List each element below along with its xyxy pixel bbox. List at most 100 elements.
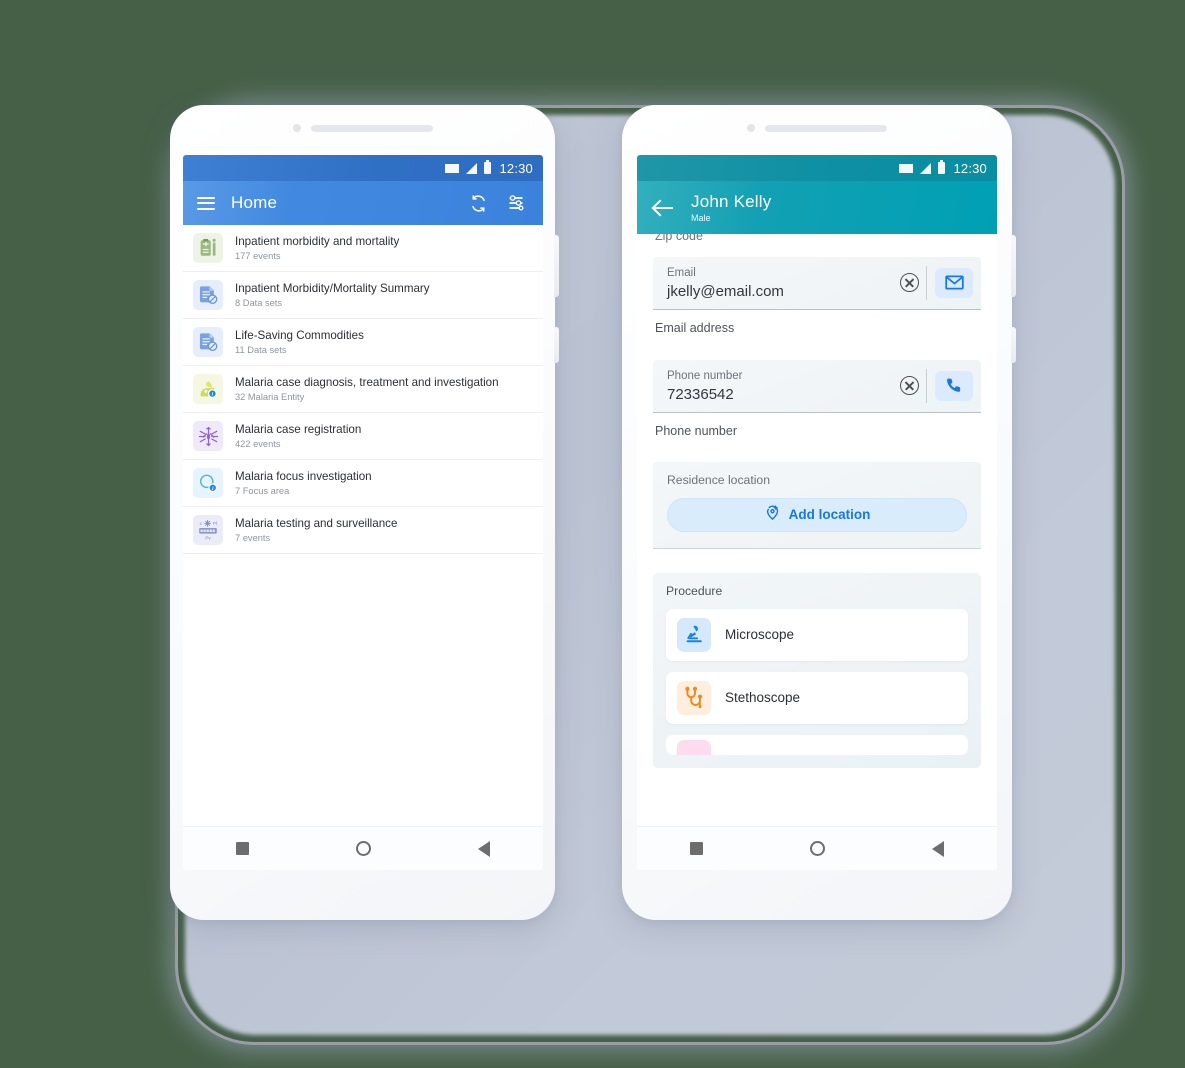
status-time: 12:30 (499, 160, 533, 176)
list-item[interactable]: i Malaria case diagnosis, treatment and … (183, 366, 543, 413)
list-item-subtitle: 7 events (235, 533, 271, 544)
circle-icon[interactable] (809, 841, 825, 856)
list-item[interactable]: Inpatient morbidity and mortality 177 ev… (183, 225, 543, 272)
earpiece-speaker (310, 124, 433, 132)
battery-icon (484, 160, 492, 174)
list-item-title: Malaria testing and surveillance (235, 516, 398, 530)
email-action-button[interactable] (927, 257, 981, 309)
stethoscope-icon (677, 680, 711, 715)
procedure-label: Procedure (666, 583, 723, 598)
sync-icon[interactable] (465, 190, 491, 216)
right-system-nav-bar (637, 826, 997, 870)
triangle-back-icon[interactable] (931, 840, 944, 857)
email-field[interactable]: Email jkelly@email.com (653, 257, 981, 310)
dataset-icon (193, 280, 223, 310)
microscope-icon (677, 617, 711, 652)
right-phone-screen: 12:30 John Kelly Male Zip code Email jke… (637, 155, 997, 870)
procedure-item-partial[interactable] (666, 734, 968, 755)
menu-icon[interactable] (197, 196, 215, 210)
list-item-subtitle: 8 Data sets (235, 298, 283, 309)
page-title: Home (231, 193, 278, 212)
left-system-nav-bar (183, 826, 543, 870)
procedure-item-stethoscope[interactable]: Stethoscope (666, 671, 968, 724)
add-location-icon (764, 504, 781, 526)
residence-location-label: Residence location (667, 472, 770, 487)
phone-field-main[interactable]: Phone number 72336542 (653, 360, 892, 412)
volume-button[interactable] (1011, 235, 1016, 297)
right-status-bar: 12:30 (637, 155, 997, 181)
list-item[interactable]: Malaria case registration 422 events (183, 413, 543, 460)
procedure-item-name: Microscope (725, 627, 795, 643)
left-phone-frame: 12:30 Home Inpatient morbidity and morta… (170, 105, 559, 920)
front-camera-dot (292, 124, 301, 132)
list-item-title: Malaria case registration (235, 422, 362, 436)
procedure-item-microscope[interactable]: Microscope (666, 608, 968, 661)
front-camera-dot (747, 124, 755, 132)
list-item-subtitle: 422 events (235, 439, 281, 450)
patient-name: John Kelly (691, 192, 772, 211)
circle-icon[interactable] (355, 841, 371, 856)
add-location-button[interactable]: Add location (667, 497, 967, 532)
right-phone-frame: 12:30 John Kelly Male Zip code Email jke… (622, 105, 1016, 920)
email-icon (935, 267, 973, 298)
battery-icon (938, 160, 946, 174)
profile-form-scroll[interactable]: Zip code Email jkelly@email.com Email ad… (637, 234, 997, 870)
list-item[interactable]: Inpatient Morbidity/Mortality Summary 8 … (183, 272, 543, 319)
volume-button[interactable] (554, 235, 559, 297)
phone-icon (935, 370, 973, 401)
program-list: Inpatient morbidity and mortality 177 ev… (183, 225, 543, 554)
list-item-title: Life-Saving Commodities (235, 328, 364, 342)
tune-icon[interactable] (503, 190, 529, 216)
back-arrow-icon[interactable] (653, 197, 675, 219)
svg-text:Pf: Pf (213, 521, 218, 526)
list-item-title: Inpatient Morbidity/Mortality Summary (235, 281, 430, 295)
test-strip-icon: c Pf Pv (193, 515, 223, 545)
wifi-icon (445, 163, 460, 173)
power-button[interactable] (554, 327, 559, 363)
pink-partial-icon (677, 739, 711, 755)
square-icon[interactable] (236, 842, 250, 855)
phone-field-value: 72336542 (667, 385, 734, 403)
left-phone-speaker-row (170, 123, 555, 133)
status-time: 12:30 (953, 160, 987, 176)
dataset-icon (193, 327, 223, 357)
earpiece-speaker (765, 124, 887, 132)
wifi-icon (899, 163, 914, 173)
right-phone-speaker-row (622, 123, 1012, 133)
power-button[interactable] (1011, 327, 1016, 363)
email-helper-text: Email address (655, 320, 735, 335)
clear-circle-icon[interactable] (892, 360, 926, 412)
signal-icon (920, 162, 932, 174)
left-status-bar: 12:30 (183, 155, 543, 181)
triangle-back-icon[interactable] (477, 840, 490, 857)
square-icon[interactable] (690, 842, 704, 855)
phone-field-label: Phone number (667, 369, 743, 382)
left-app-bar: Home (183, 181, 543, 225)
list-item-title: Inpatient morbidity and mortality (235, 234, 400, 248)
add-location-label: Add location (788, 507, 871, 523)
residence-location-card: Residence location Add location (653, 461, 981, 549)
list-item-subtitle: 11 Data sets (235, 345, 287, 356)
clipboard-icon (193, 233, 223, 263)
clear-circle-icon[interactable] (892, 257, 926, 309)
phone-field[interactable]: Phone number 72336542 (653, 359, 981, 413)
email-field-main[interactable]: Email jkelly@email.com (653, 257, 892, 309)
phone-helper-text: Phone number (655, 423, 738, 438)
svg-text:c: c (200, 521, 203, 526)
procedure-item-name: Stethoscope (725, 690, 801, 706)
magnifier-icon: i (193, 468, 223, 498)
right-app-bar: John Kelly Male (637, 181, 997, 234)
list-item-title: Malaria focus investigation (235, 469, 372, 483)
phone-action-button[interactable] (927, 360, 981, 412)
email-field-value: jkelly@email.com (667, 282, 784, 300)
svg-text:Pv: Pv (205, 535, 211, 540)
list-item-subtitle: 7 Focus area (235, 486, 290, 497)
list-item[interactable]: Life-Saving Commodities 11 Data sets (183, 319, 543, 366)
patient-gender: Male (691, 213, 711, 223)
list-item-subtitle: 32 Malaria Entity (235, 392, 305, 403)
list-item[interactable]: i Malaria focus investigation 7 Focus ar… (183, 460, 543, 507)
procedure-card: Procedure Microscope Stethoscope (653, 572, 981, 768)
left-phone-screen: 12:30 Home Inpatient morbidity and morta… (183, 155, 543, 870)
malaria-diagnosis-icon: i (193, 374, 223, 404)
list-item[interactable]: c Pf Pv Malaria testing and surveillance… (183, 507, 543, 554)
